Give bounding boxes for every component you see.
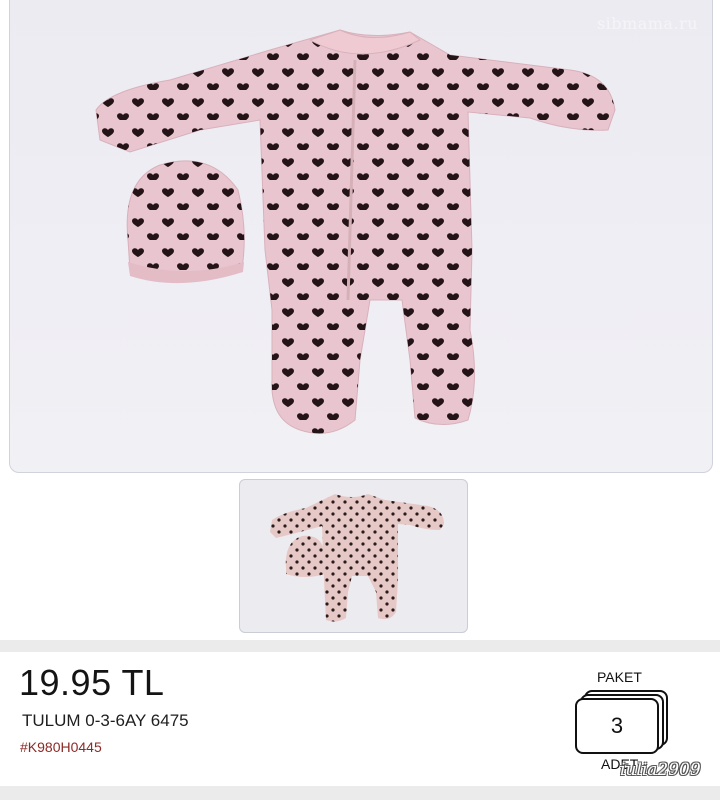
user-watermark: iulia2909 <box>620 760 701 780</box>
product-price: 19.95 TL <box>19 662 165 703</box>
package-quantity-card: 3 <box>575 698 659 754</box>
section-divider <box>0 640 720 652</box>
onesie-and-hat-illustration <box>95 29 616 434</box>
product-name: TULUM 0-3-6AY 6475 <box>22 711 189 730</box>
main-product-image[interactable]: sibmama.ru <box>9 0 713 473</box>
bottom-divider <box>0 786 720 800</box>
thumbnail-illustration <box>270 494 444 622</box>
package-label: PAKET <box>597 669 642 685</box>
product-code[interactable]: #K980H0445 <box>20 739 102 755</box>
thumbnail-product-image[interactable] <box>239 479 468 633</box>
package-quantity-value: 3 <box>610 713 624 738</box>
site-watermark: sibmama.ru <box>596 14 698 33</box>
